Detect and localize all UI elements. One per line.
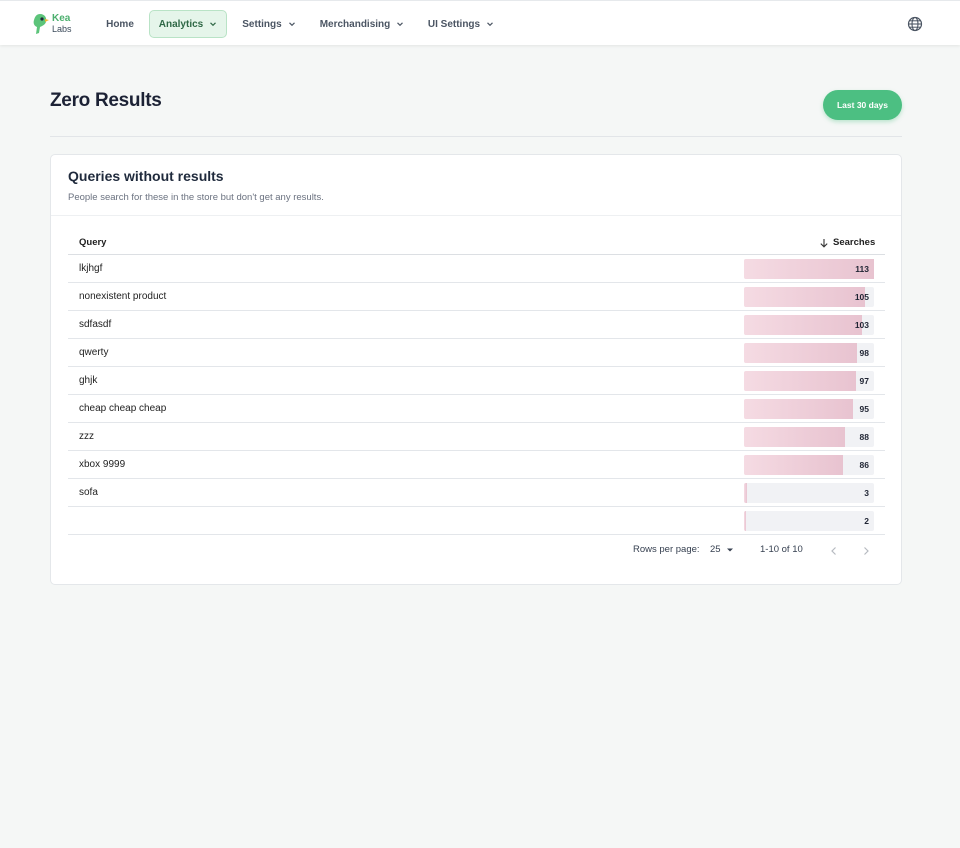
table-row[interactable]: 2 [68,507,885,535]
query-cell: cheap cheap cheap [79,403,167,414]
query-cell: ghjk [79,375,98,386]
column-header-searches[interactable]: Searches [819,237,875,248]
top-nav: Kea Labs Home Analytics Settings Merchan… [0,0,960,45]
table-row[interactable]: nonexistent product 105 [68,283,885,311]
searches-bar-fill [744,455,843,475]
searches-bar: 3 [744,483,874,503]
searches-value: 86 [859,460,869,470]
table-row[interactable]: sdfasdf 103 [68,311,885,339]
chevron-down-icon [288,22,295,27]
next-page-icon[interactable] [860,545,872,557]
query-cell: sdfasdf [79,319,112,330]
brand-line2: Labs [52,24,72,34]
brand-line1: Kea [52,13,71,24]
caret-down-icon [726,548,733,551]
searches-value: 98 [859,348,869,358]
nav-item-label: UI Settings [427,18,481,30]
parrot-logo-icon [33,14,49,34]
query-cell: nonexistent product [79,291,167,302]
nav-item-settings[interactable]: Settings [234,10,304,38]
column-header-query[interactable]: Query [79,237,106,248]
table-row[interactable]: xbox 9999 86 [68,451,885,479]
searches-bar-fill [744,511,746,531]
table-row[interactable]: sofa 3 [68,479,885,507]
searches-bar: 86 [744,455,874,475]
nav-item-home[interactable]: Home [96,10,144,38]
query-cell: lkjhgf [79,263,103,274]
table-row[interactable]: ghjk 97 [68,367,885,395]
searches-bar-fill [744,427,845,447]
nav-item-label: Analytics [158,18,204,30]
query-cell: qwerty [79,347,109,358]
searches-bar: 98 [744,343,874,363]
chevron-down-icon [210,22,217,27]
card-title: Queries without results [68,168,224,184]
table-row[interactable]: lkjhgf 113 [68,255,885,283]
searches-value: 2 [864,516,869,526]
page-title: Zero Results [50,90,162,111]
zero-results-card: Queries without results People search fo… [50,154,902,585]
sort-arrow-down-icon [820,238,828,248]
nav-item-analytics[interactable]: Analytics [149,10,227,38]
nav-item-ui-settings[interactable]: UI Settings [421,10,501,38]
query-cell: xbox 9999 [79,459,126,470]
card-header: Queries without results People search fo… [51,155,901,216]
nav-item-label: Merchandising [319,18,391,30]
searches-value: 95 [859,404,869,414]
searches-bar-fill [744,399,853,419]
searches-value: 113 [855,264,869,274]
searches-bar: 95 [744,399,874,419]
searches-bar: 88 [744,427,874,447]
card-subtitle: People search for these in the store but… [68,192,324,203]
searches-value: 97 [859,376,869,386]
previous-page-icon[interactable] [828,545,840,557]
globe-icon[interactable] [907,16,923,32]
searches-value: 105 [854,292,869,302]
header-divider [50,136,902,137]
logo[interactable]: Kea Labs [31,12,73,36]
column-header-label: Searches [833,237,876,248]
pagination-range: 1-10 of 10 [760,544,803,555]
searches-bar: 97 [744,371,874,391]
searches-bar: 113 [744,259,874,279]
searches-bar: 103 [744,315,874,335]
searches-value: 3 [864,488,869,498]
searches-bar: 2 [744,511,874,531]
rows-per-page-value: 25 [710,544,721,555]
table-row[interactable]: cheap cheap cheap 95 [68,395,885,423]
chevron-down-icon [487,22,494,27]
nav-item-label: Home [106,18,134,30]
query-cell: sofa [79,487,98,498]
table-row[interactable]: qwerty 98 [68,339,885,367]
table-row[interactable]: zzz 88 [68,423,885,451]
searches-bar: 105 [744,287,874,307]
searches-bar-fill [744,315,862,335]
nav-item-label: Settings [242,18,282,30]
searches-bar-fill [744,343,857,363]
chevron-down-icon [397,22,404,27]
rows-per-page-label: Rows per page: [633,544,700,555]
searches-value: 103 [854,320,869,330]
query-cell: zzz [79,431,94,442]
searches-bar-fill [744,483,747,503]
searches-bar-fill [744,287,865,307]
searches-value: 88 [859,432,869,442]
searches-bar-fill [744,371,856,391]
date-range-button[interactable]: Last 30 days [823,90,902,120]
nav-item-merchandising[interactable]: Merchandising [314,10,410,38]
rows-per-page-select[interactable]: 25 [710,544,734,555]
